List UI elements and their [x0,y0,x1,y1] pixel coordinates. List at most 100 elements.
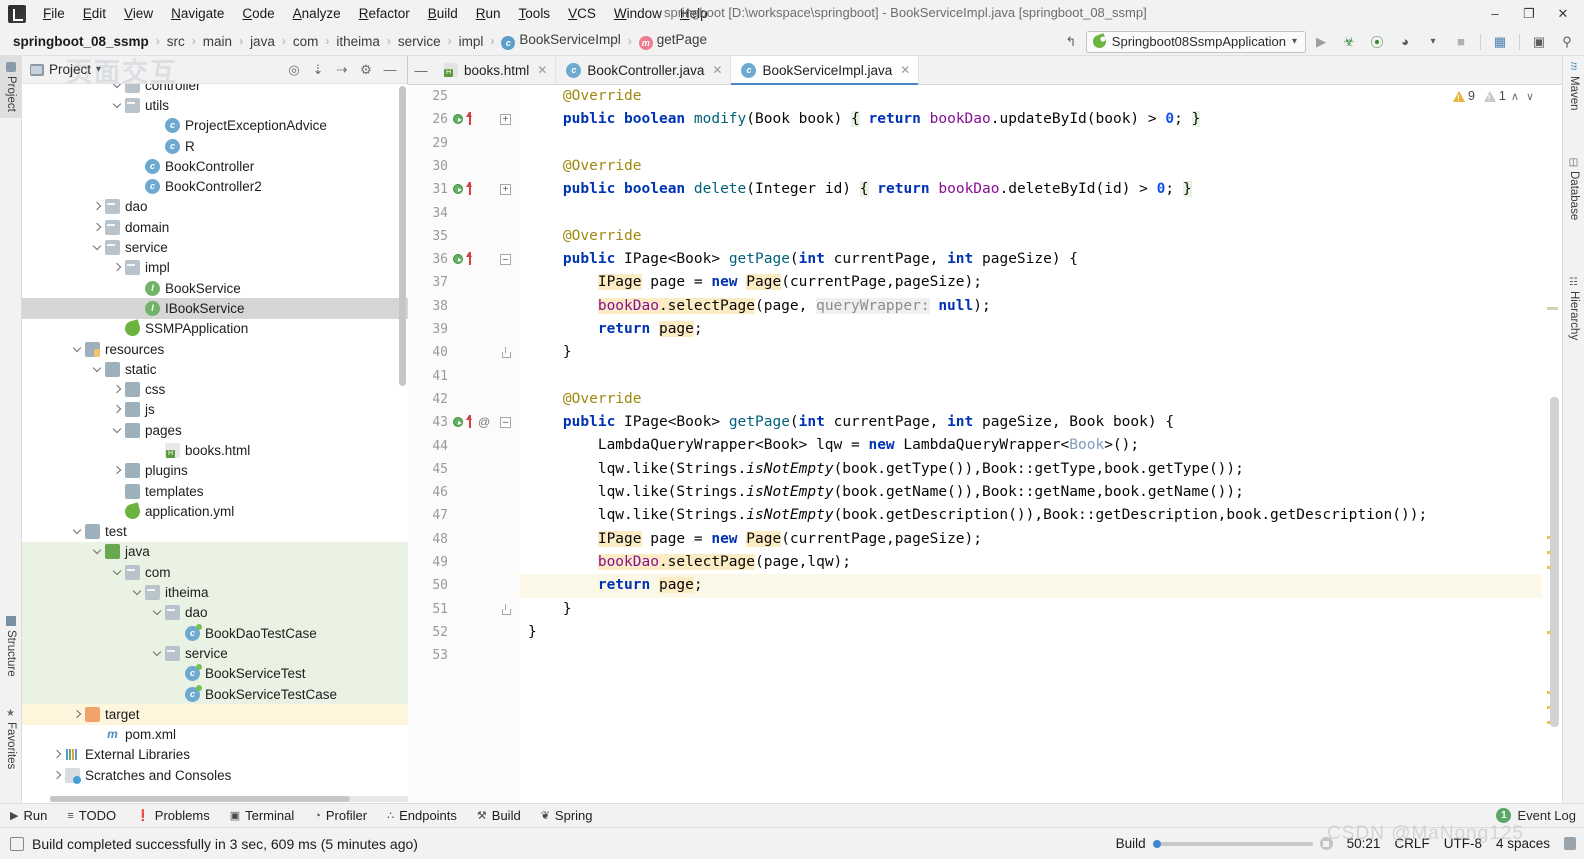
project-tree-scrollbar[interactable] [399,86,406,386]
chevron-down-icon[interactable] [72,526,83,537]
tree-item-r[interactable]: cR [22,136,408,156]
chevron-right-icon[interactable] [112,262,123,273]
gutter-line-34[interactable]: 34 [408,202,520,225]
sidebar-item-project[interactable]: Project [0,56,22,118]
menu-item-build[interactable]: Build [419,3,467,24]
minimize-button[interactable]: – [1478,1,1512,27]
code-line-26[interactable]: public boolean modify(Book book) { retur… [520,108,1562,131]
event-log-widget[interactable]: 1 Event Log [1496,808,1576,823]
tool-window-build[interactable]: ⚒ Build [467,804,531,828]
menu-item-refactor[interactable]: Refactor [350,3,419,24]
project-tree-hscrollbar[interactable] [50,796,410,802]
menu-item-navigate[interactable]: Navigate [162,3,233,24]
tree-item-resources[interactable]: resources [22,339,408,359]
run-method-icon[interactable] [453,417,463,428]
close-icon[interactable]: ✕ [712,63,722,77]
code-editor[interactable]: 9 1 ∧ ∨ 25 26 +29 30 31 +34 35 36 – 37 38 39 40 41 42 4… [408,85,1562,803]
chevron-down-icon[interactable] [92,546,103,557]
menu-item-tools[interactable]: Tools [510,3,560,24]
gutter-line-41[interactable]: 41 [408,365,520,388]
gutter-line-36[interactable]: 36 – [408,248,520,271]
code-line-43[interactable]: public IPage<Book> getPage(int currentPa… [520,411,1562,434]
gutter-line-38[interactable]: 38 [408,295,520,318]
chevron-down-icon[interactable]: ▾ [96,64,101,75]
code-line-37[interactable]: IPage page = new Page(currentPage,pageSi… [520,271,1562,294]
tree-item-pom-xml[interactable]: m pom.xml [22,725,408,745]
code-line-36[interactable]: public IPage<Book> getPage(int currentPa… [520,248,1562,271]
gutter-line-53[interactable]: 53 [408,644,520,667]
tree-item-books-html[interactable]: books.html [22,440,408,460]
chevron-right-icon[interactable] [72,709,83,720]
gutter-line-45[interactable]: 45 [408,458,520,481]
editor-tab-bookcontroller-java[interactable]: c BookController.java ✕ [556,56,732,84]
file-encoding[interactable]: UTF-8 [1444,836,1482,851]
inspection-widget[interactable]: 9 1 ∧ ∨ [1448,87,1540,105]
search-everywhere-icon[interactable]: ⚲ [1554,30,1580,54]
chevron-right-icon[interactable] [92,222,103,233]
menu-item-analyze[interactable]: Analyze [284,3,350,24]
chevron-down-icon[interactable] [132,587,143,598]
tree-item-scratches-and-consoles[interactable]: Scratches and Consoles [22,765,408,785]
breadcrumb-item-bookserviceimpl[interactable]: c BookServiceImpl [498,30,623,52]
hide-tabs-icon[interactable]: — [408,56,434,84]
editor-gutter[interactable]: 25 26 +29 30 31 +34 35 36–37 38 39 40 41 42 43 @ –44 45 4… [408,85,520,803]
updates-button[interactable]: ▣ [1526,30,1552,54]
gutter-line-35[interactable]: 35 [408,225,520,248]
run-method-icon[interactable] [453,114,463,125]
tree-item-utils[interactable]: utils [22,95,408,115]
gutter-line-43[interactable]: 43 @ – [408,411,520,434]
caret-position[interactable]: 50:21 [1347,836,1381,851]
breadcrumb-item-impl[interactable]: impl [456,32,487,51]
menu-item-view[interactable]: View [115,3,162,24]
breadcrumb-item-getpage[interactable]: m getPage [636,30,710,52]
tree-item-test[interactable]: test [22,522,408,542]
implements-method-icon[interactable] [466,112,474,126]
locate-file-icon[interactable]: ◎ [283,59,305,81]
tree-item-bookservicetest[interactable]: c BookServiceTest [22,663,408,684]
code-line-52[interactable]: } [520,621,1562,644]
code-content[interactable]: @Override public boolean modify(Book boo… [520,85,1562,803]
code-line-53[interactable] [520,644,1562,667]
code-line-50[interactable]: return page; [520,574,1562,598]
fold-end-icon[interactable] [500,347,511,359]
fold-expand-icon[interactable]: + [500,184,511,196]
gutter-line-42[interactable]: 42 [408,388,520,411]
gutter-line-44[interactable]: 44 [408,435,520,458]
chevron-right-icon[interactable] [92,201,103,212]
tree-item-bookservicetestcase[interactable]: c BookServiceTestCase [22,683,408,705]
line-separator[interactable]: CRLF [1394,836,1429,851]
tree-item-controller[interactable]: controller [22,84,408,95]
gutter-line-26[interactable]: 26 + [408,108,520,131]
tree-item-bookservice[interactable]: I BookService [22,278,408,298]
close-button[interactable]: ✕ [1546,1,1580,27]
fold-end-icon[interactable] [500,603,511,615]
code-line-42[interactable]: @Override [520,388,1562,411]
gutter-line-25[interactable]: 25 [408,85,520,108]
gutter-line-30[interactable]: 30 [408,155,520,178]
gutter-line-52[interactable]: 52 [408,621,520,644]
collapse-all-icon[interactable]: ⇢ [331,59,353,81]
code-line-41[interactable] [520,365,1562,388]
breadcrumb-item-com[interactable]: com [290,32,322,51]
fold-expand-icon[interactable]: + [500,114,511,126]
code-line-51[interactable]: } [520,598,1562,621]
run-button[interactable]: ▶ [1308,30,1334,54]
code-line-49[interactable]: bookDao.selectPage(page,lqw); [520,551,1562,574]
tree-item-bookdaotestcase[interactable]: c BookDaoTestCase [22,623,408,644]
code-line-35[interactable]: @Override [520,225,1562,248]
breadcrumb-item-main[interactable]: main [200,32,235,51]
code-line-30[interactable]: @Override [520,155,1562,178]
chevron-down-icon[interactable] [152,607,163,618]
chevron-down-icon[interactable] [152,648,163,659]
chevron-down-icon[interactable] [112,425,123,436]
editor-scrollbar[interactable] [1550,397,1559,727]
code-line-29[interactable] [520,132,1562,155]
settings-gear-icon[interactable]: ⚙ [355,59,377,81]
code-line-25[interactable]: @Override [520,85,1562,108]
gutter-line-40[interactable]: 40 [408,341,520,364]
breadcrumb-item-itheima[interactable]: itheima [333,32,383,51]
breadcrumb-item-service[interactable]: service [395,32,444,51]
code-line-45[interactable]: lqw.like(Strings.isNotEmpty(book.getType… [520,458,1562,481]
run-configuration-selector[interactable]: Springboot08SsmpApplication ▾ [1085,30,1306,53]
chevron-down-icon[interactable] [72,344,83,355]
